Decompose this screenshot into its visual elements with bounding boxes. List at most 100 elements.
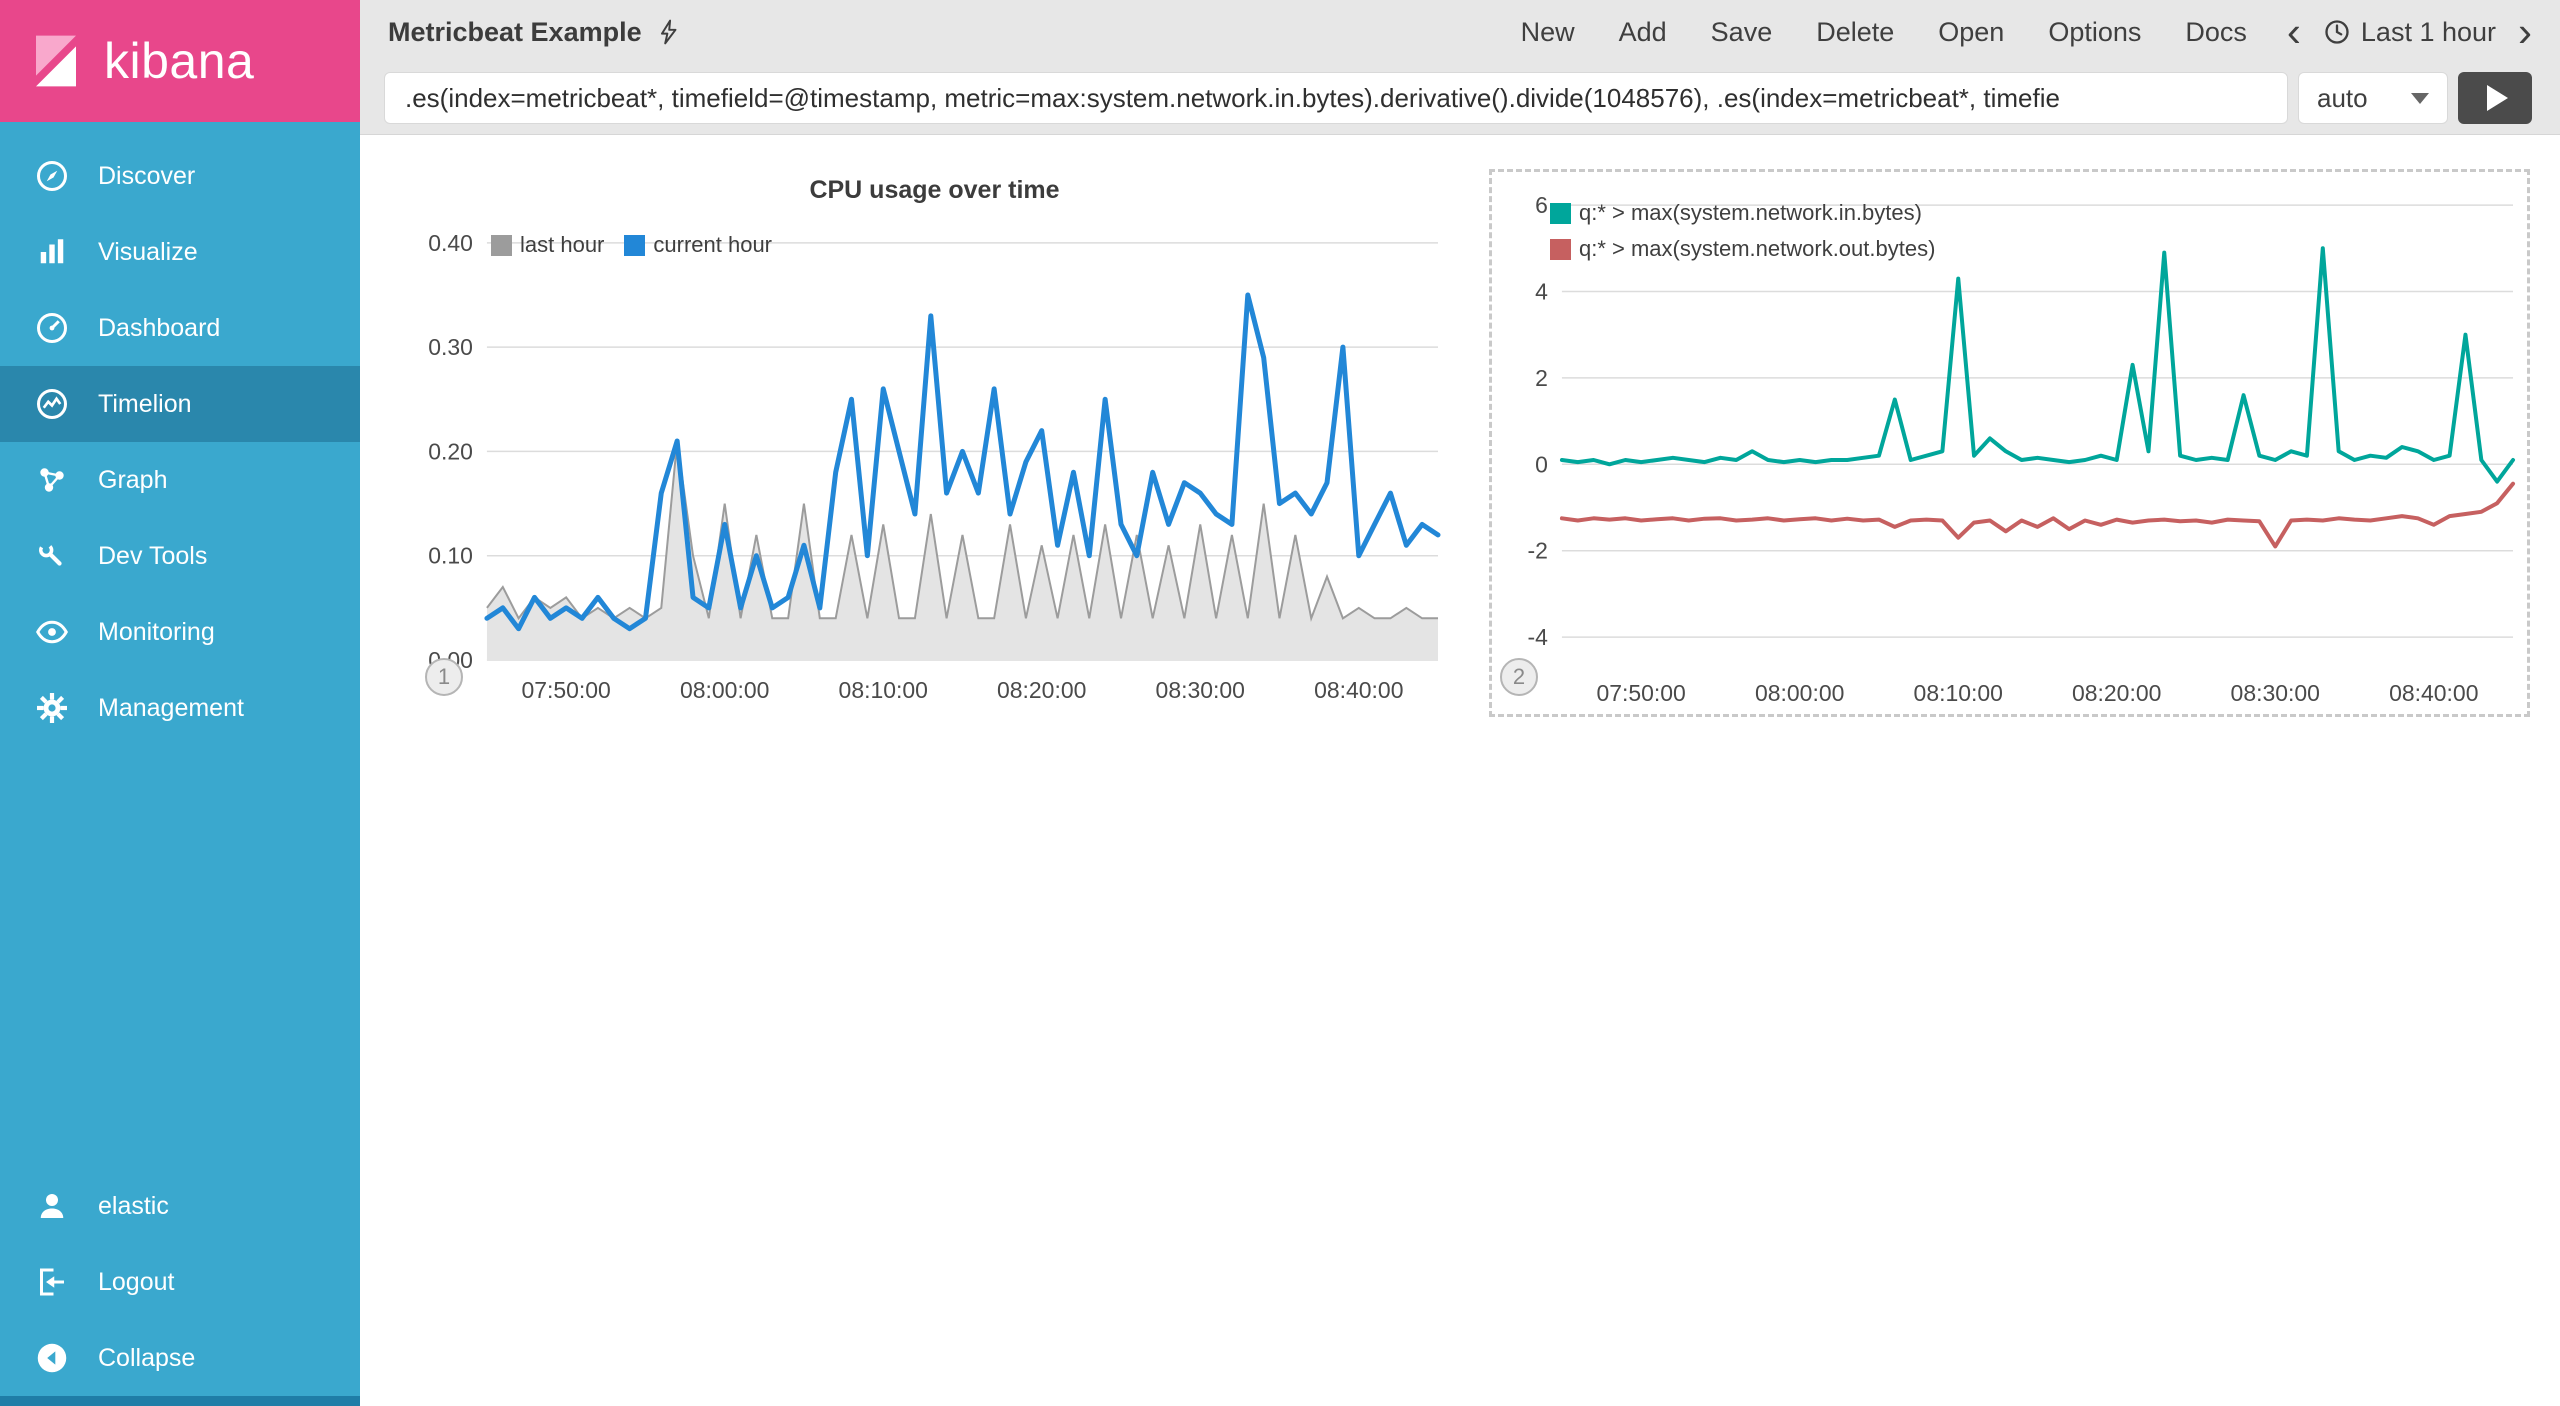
- sidebar-item-dashboard[interactable]: Dashboard: [0, 290, 360, 366]
- gear-icon: [34, 690, 70, 726]
- kibana-logo-icon: [36, 35, 76, 87]
- query-bar: auto: [360, 64, 2560, 135]
- collapse-icon: [34, 1340, 70, 1376]
- dashboard-icon: [34, 310, 70, 346]
- legend-label: last hour: [520, 232, 605, 257]
- panel-number-badge: 1: [425, 658, 463, 696]
- sidebar-item-visualize[interactable]: Visualize: [0, 214, 360, 290]
- toolbar-docs-button[interactable]: Docs: [2185, 17, 2247, 48]
- legend-swatch: [1550, 238, 1571, 260]
- interval-value: auto: [2317, 82, 2368, 113]
- sidebar-item-graph[interactable]: Graph: [0, 442, 360, 518]
- visualize-icon: [34, 234, 70, 270]
- kibana-logo-text: kibana: [104, 33, 255, 89]
- time-next-button[interactable]: ›: [2518, 11, 2532, 52]
- sidebar-item-dev-tools[interactable]: Dev Tools: [0, 518, 360, 594]
- svg-text:2: 2: [1535, 365, 1548, 391]
- legend-item: q:* > max(system.network.in.bytes): [1550, 200, 1935, 226]
- sidebar-item-discover[interactable]: Discover: [0, 138, 360, 214]
- kibana-logo[interactable]: kibana: [0, 0, 360, 122]
- legend-item: last hour: [491, 232, 604, 258]
- chart-legend: q:* > max(system.network.in.bytes) q:* > …: [1550, 200, 1935, 262]
- svg-text:-4: -4: [1528, 624, 1549, 650]
- timelion-panel-1[interactable]: CPU usage over time last hour current hou…: [414, 169, 1455, 717]
- legend-label: q:* > max(system.network.out.bytes): [1579, 236, 1936, 261]
- sidebar-footer: elastic Logout Collapse: [0, 1168, 360, 1396]
- timepicker-button[interactable]: Last 1 hour: [2323, 17, 2496, 48]
- cpu-usage-chart: 0.000.100.200.300.4007:50:0008:00:0008:1…: [428, 230, 1441, 703]
- main-area: Metricbeat Example New Add Save Delete Open O…: [360, 0, 2560, 1406]
- legend-label: current hour: [653, 232, 773, 257]
- svg-text:07:50:00: 07:50:00: [1596, 680, 1685, 706]
- sidebar-item-label: Timelion: [98, 389, 192, 418]
- sidebar-item-management[interactable]: Management: [0, 670, 360, 746]
- bolt-icon: [656, 19, 682, 45]
- interval-select[interactable]: auto: [2298, 72, 2448, 124]
- sidebar-item-label: Dashboard: [98, 313, 221, 342]
- svg-text:6: 6: [1535, 192, 1548, 218]
- timelion-query-input[interactable]: [384, 72, 2288, 124]
- run-query-button[interactable]: [2458, 72, 2532, 124]
- svg-text:08:40:00: 08:40:00: [1314, 677, 1403, 703]
- sidebar-item-label: Logout: [98, 1267, 175, 1296]
- logout-icon: [34, 1264, 70, 1300]
- legend-swatch: [491, 234, 512, 256]
- legend-item: current hour: [624, 232, 772, 258]
- svg-text:08:00:00: 08:00:00: [680, 677, 769, 703]
- svg-text:0.10: 0.10: [428, 543, 473, 569]
- svg-text:07:50:00: 07:50:00: [521, 677, 610, 703]
- sidebar-item-timelion[interactable]: Timelion: [0, 366, 360, 442]
- sidebar-item-collapse[interactable]: Collapse: [0, 1320, 360, 1396]
- charts-row: CPU usage over time last hour current hou…: [360, 135, 2560, 717]
- panel-number-badge: 2: [1500, 658, 1538, 696]
- sidebar-item-elastic[interactable]: elastic: [0, 1168, 360, 1244]
- eye-icon: [34, 614, 70, 650]
- svg-text:0.20: 0.20: [428, 438, 473, 464]
- legend-swatch: [1550, 202, 1571, 224]
- svg-text:0: 0: [1535, 451, 1548, 477]
- svg-text:08:00:00: 08:00:00: [1755, 680, 1844, 706]
- sidebar-item-label: Dev Tools: [98, 541, 208, 570]
- timelion-icon: [34, 386, 70, 422]
- sidebar-item-monitoring[interactable]: Monitoring: [0, 594, 360, 670]
- play-icon: [2487, 85, 2508, 111]
- sidebar-nav: Discover Visualize Dashboard Timelion Graph D…: [0, 138, 360, 746]
- chart-legend: last hour current hour: [491, 232, 772, 258]
- sidebar-item-label: Discover: [98, 161, 196, 190]
- sidebar-item-label: Management: [98, 693, 244, 722]
- legend-swatch: [624, 234, 646, 256]
- toolbar-open-button[interactable]: Open: [1938, 17, 2004, 48]
- chevron-down-icon: [2411, 92, 2429, 104]
- time-range-label: Last 1 hour: [2360, 16, 2496, 47]
- timepicker: ‹ Last 1 hour ›: [2287, 11, 2532, 52]
- svg-text:0.40: 0.40: [428, 230, 473, 256]
- sidebar: kibana Discover Visualize Dashboard Timelio…: [0, 0, 360, 1406]
- toolbar-add-button[interactable]: Add: [1619, 17, 1667, 48]
- sidebar-item-label: Collapse: [98, 1343, 196, 1372]
- page-title: Metricbeat Example: [388, 16, 642, 47]
- graph-icon: [34, 462, 70, 498]
- toolbar-new-button[interactable]: New: [1521, 17, 1575, 48]
- svg-text:08:40:00: 08:40:00: [2389, 680, 2478, 706]
- toolbar-options-button[interactable]: Options: [2048, 17, 2141, 48]
- time-prev-button[interactable]: ‹: [2287, 11, 2301, 52]
- breadcrumb: Metricbeat Example: [388, 17, 682, 48]
- svg-text:08:20:00: 08:20:00: [997, 677, 1086, 703]
- toolbar-menu: New Add Save Delete Open Options Docs: [1521, 17, 2247, 48]
- clock-icon: [2325, 20, 2349, 44]
- sidebar-item-label: Graph: [98, 465, 168, 494]
- legend-label: q:* > max(system.network.in.bytes): [1579, 200, 1922, 225]
- sidebar-bottom-strip: [0, 1396, 360, 1406]
- svg-text:08:20:00: 08:20:00: [2072, 680, 2161, 706]
- timelion-panel-2[interactable]: q:* > max(system.network.in.bytes) q:* > …: [1489, 169, 2530, 717]
- sidebar-item-logout[interactable]: Logout: [0, 1244, 360, 1320]
- sidebar-item-label: Visualize: [98, 237, 198, 266]
- toolbar-save-button[interactable]: Save: [1711, 17, 1773, 48]
- discover-icon: [34, 158, 70, 194]
- toolbar: Metricbeat Example New Add Save Delete Open O…: [360, 0, 2560, 64]
- svg-text:4: 4: [1535, 278, 1548, 304]
- svg-text:08:30:00: 08:30:00: [1156, 677, 1245, 703]
- svg-text:-2: -2: [1528, 538, 1548, 564]
- svg-text:08:30:00: 08:30:00: [2231, 680, 2320, 706]
- toolbar-delete-button[interactable]: Delete: [1816, 17, 1894, 48]
